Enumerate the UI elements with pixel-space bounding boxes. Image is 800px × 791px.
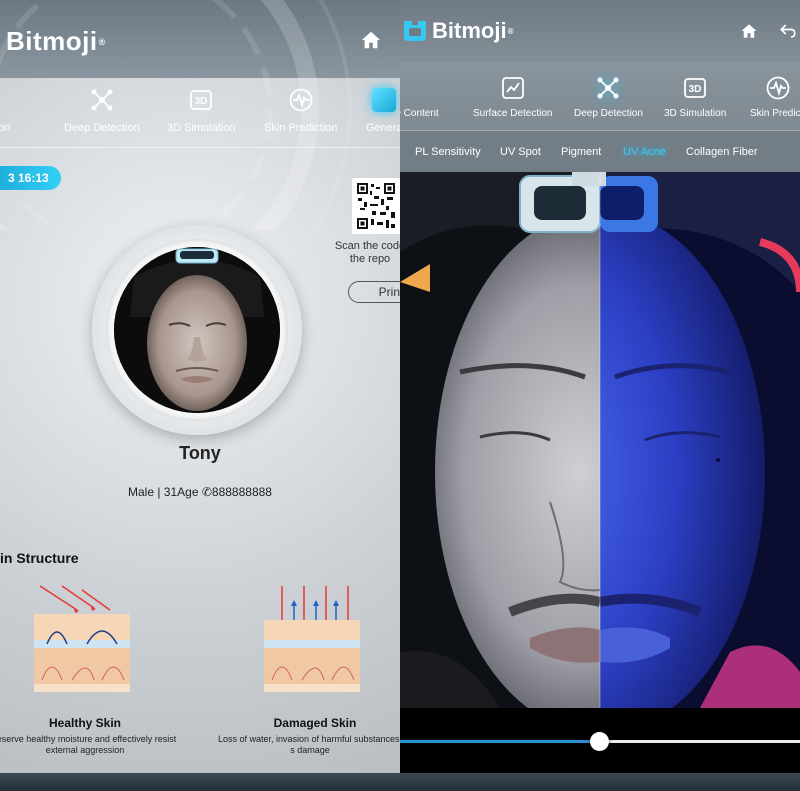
nav-moisture-content[interactable]: re Content	[400, 76, 439, 119]
nav-label: Deep Detection	[574, 108, 643, 119]
section-title: in Structure	[0, 550, 79, 566]
report-nav: etection Deep Detection 3D 3D Simulation	[0, 78, 400, 148]
slider-track	[600, 740, 800, 743]
print-button[interactable]: Print	[348, 281, 400, 303]
brand-mark-icon	[404, 21, 426, 41]
content-icon	[403, 76, 427, 100]
user-name: Tony	[179, 443, 221, 463]
molecule-icon	[91, 89, 113, 111]
nav-label: Deep Detection	[64, 122, 140, 134]
nav-label: Skin Predicti	[750, 108, 800, 119]
report-panel: Bitmoji® etection Deep Detection	[0, 0, 400, 773]
nav-general-report[interactable]: Genera	[366, 88, 400, 134]
app-screen: Bitmoji® etection Deep Detection	[0, 0, 800, 791]
nav-skin-detection[interactable]: etection	[0, 88, 11, 134]
3d-icon: 3D	[684, 78, 707, 98]
brand-logo: Bitmoji ®	[6, 26, 106, 56]
report-datetime: 3 16:13	[0, 166, 61, 190]
nav-deep-detection[interactable]: Deep Detection	[574, 76, 643, 119]
tab-collagen-fiber[interactable]: Collagen Fiber	[686, 146, 758, 158]
comparison-slider[interactable]	[400, 708, 800, 773]
skin-detection-icon	[0, 88, 3, 112]
healthy-skin-illustration	[34, 585, 130, 692]
slider-track-filled	[400, 740, 600, 743]
user-phone: 888888888	[211, 485, 272, 499]
face-photo	[114, 247, 280, 413]
back-icon[interactable]	[778, 22, 798, 40]
avatar-inner-ring	[106, 239, 288, 421]
user-gender-age: Male | 31Age	[128, 485, 199, 499]
3d-icon: 3D	[190, 90, 213, 110]
scan-instruction: Scan the code the repo	[334, 240, 400, 265]
avatar-frame	[92, 225, 302, 435]
pulse-icon	[289, 88, 313, 112]
healthy-skin-desc: reserve healthy moisture and effectively…	[0, 734, 177, 755]
comparison-image[interactable]	[400, 172, 800, 708]
phone-icon: ✆	[201, 485, 212, 499]
nav-skin-prediction[interactable]: Skin Predicti	[750, 76, 800, 119]
avatar	[114, 247, 280, 413]
damaged-skin-illustration	[264, 586, 360, 692]
brand-name: Bitmoji	[432, 18, 507, 43]
brand-name: Bitmoji	[6, 26, 98, 56]
nav-3d-simulation[interactable]: 3D 3D Simulation	[664, 76, 726, 119]
slider-thumb[interactable]	[590, 732, 609, 751]
nav-deep-detection[interactable]: Deep Detection	[64, 88, 140, 134]
report-icon	[372, 88, 397, 112]
brand-logo: Bitmoji ®	[402, 18, 513, 44]
bottom-strip	[0, 773, 800, 791]
qr-code	[352, 178, 400, 234]
healthy-skin-label: Healthy Skin	[48, 716, 122, 730]
deep-detection-panel: Bitmoji® re Content Surface Detection	[400, 0, 800, 773]
home-icon[interactable]	[740, 22, 758, 40]
user-info: Male | 31Age ✆888888888	[0, 485, 400, 499]
tab-pl-sensitivity[interactable]: PL Sensitivity	[415, 146, 481, 158]
nav-label: etection	[0, 122, 11, 134]
nav-skin-prediction[interactable]: Skin Prediction	[264, 88, 337, 134]
tab-uv-spot[interactable]: UV Spot	[500, 146, 541, 158]
detection-nav: re Content Surface Detection Deep Detect…	[400, 62, 800, 130]
svg-text:3D: 3D	[689, 84, 702, 95]
damaged-skin-label: Damaged Skin	[273, 716, 357, 730]
molecule-icon	[597, 77, 619, 99]
face-comparison-photo	[400, 172, 800, 708]
tab-uv-acne[interactable]: UV Acne	[623, 146, 666, 158]
nav-surface-detection[interactable]: Surface Detection	[473, 76, 553, 119]
nav-label: re Content	[400, 108, 439, 119]
tab-pigment[interactable]: Pigment	[561, 146, 601, 158]
nav-label: Surface Detection	[473, 108, 553, 119]
nav-label: 3D Simulation	[167, 122, 236, 134]
svg-text:3D: 3D	[195, 96, 208, 107]
damaged-skin-desc: Loss of water, invasion of harmful subst…	[217, 734, 400, 755]
pulse-icon	[766, 76, 790, 100]
nav-3d-simulation[interactable]: 3D 3D Simulation	[167, 88, 235, 134]
trend-chart-icon	[501, 77, 524, 99]
nav-label: Skin Prediction	[264, 122, 338, 134]
nav-label: 3D Simulation	[664, 108, 727, 119]
nav-label: Genera	[366, 122, 400, 134]
home-icon[interactable]	[360, 29, 382, 51]
detection-subtabs: PL Sensitivity UV Spot Pigment UV Acne C…	[400, 130, 800, 172]
